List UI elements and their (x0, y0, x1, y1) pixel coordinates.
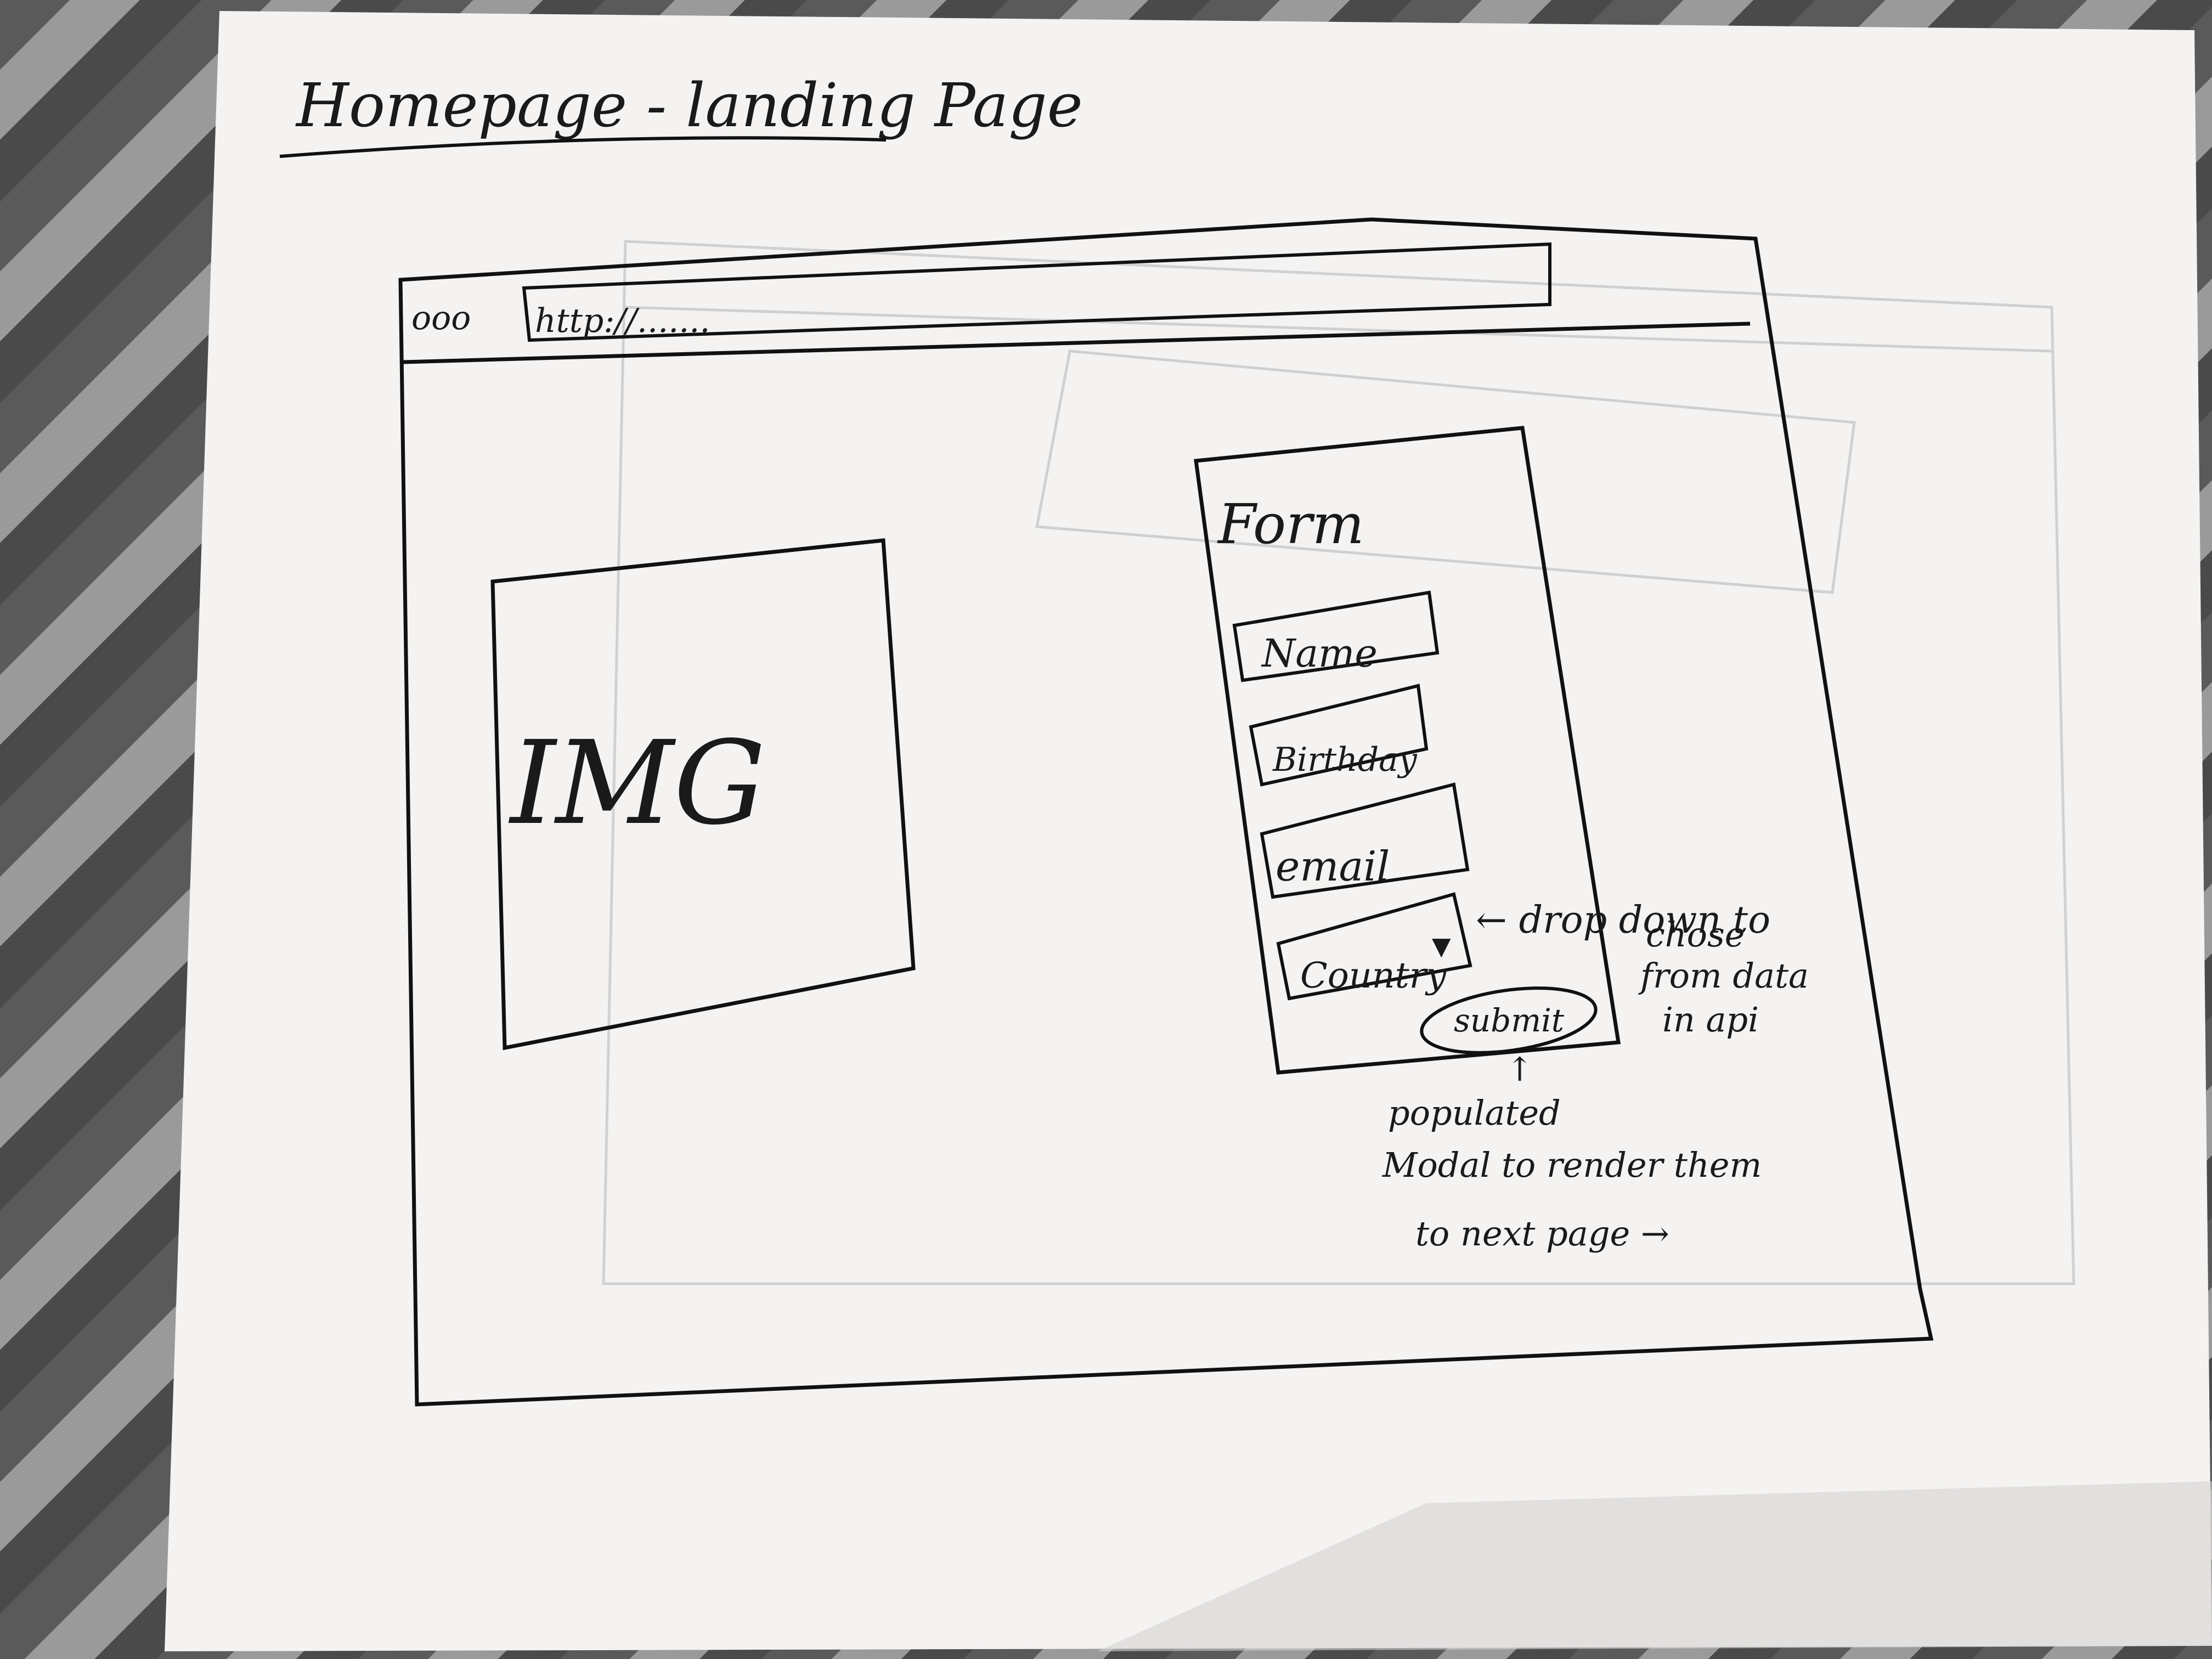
email-input-label: email (1276, 842, 1390, 890)
submit-note-line-2: Modal to render them (1382, 1145, 1762, 1185)
window-controls: ooo (411, 299, 471, 337)
notebook-photo: Homepage - landing Page ooo http://.....… (165, 11, 2212, 1651)
dropdown-note-line-4: in api (1662, 1000, 1759, 1040)
submit-button-label: submit (1454, 1002, 1565, 1039)
form-heading: Form (1217, 492, 1364, 556)
name-input-label: Name (1261, 631, 1378, 676)
address-bar-url: http://....... (535, 302, 710, 340)
paper-sheet (165, 11, 2212, 1651)
submit-note-line-1: populated (1388, 1093, 1561, 1133)
image-placeholder-label: IMG (508, 716, 766, 850)
country-dropdown-label: Country (1300, 955, 1447, 996)
birthday-input-label: Birthday (1272, 741, 1418, 779)
chevron-down-icon: ▼ (1432, 932, 1451, 961)
submit-note-arrow: ↑ (1506, 1051, 1533, 1089)
submit-note-line-3: to next page → (1415, 1214, 1669, 1254)
dropdown-note-line-2: chose (1646, 915, 1745, 955)
page-title: Homepage - landing Page (295, 70, 1083, 140)
dropdown-note-line-3: from data (1638, 956, 1809, 996)
